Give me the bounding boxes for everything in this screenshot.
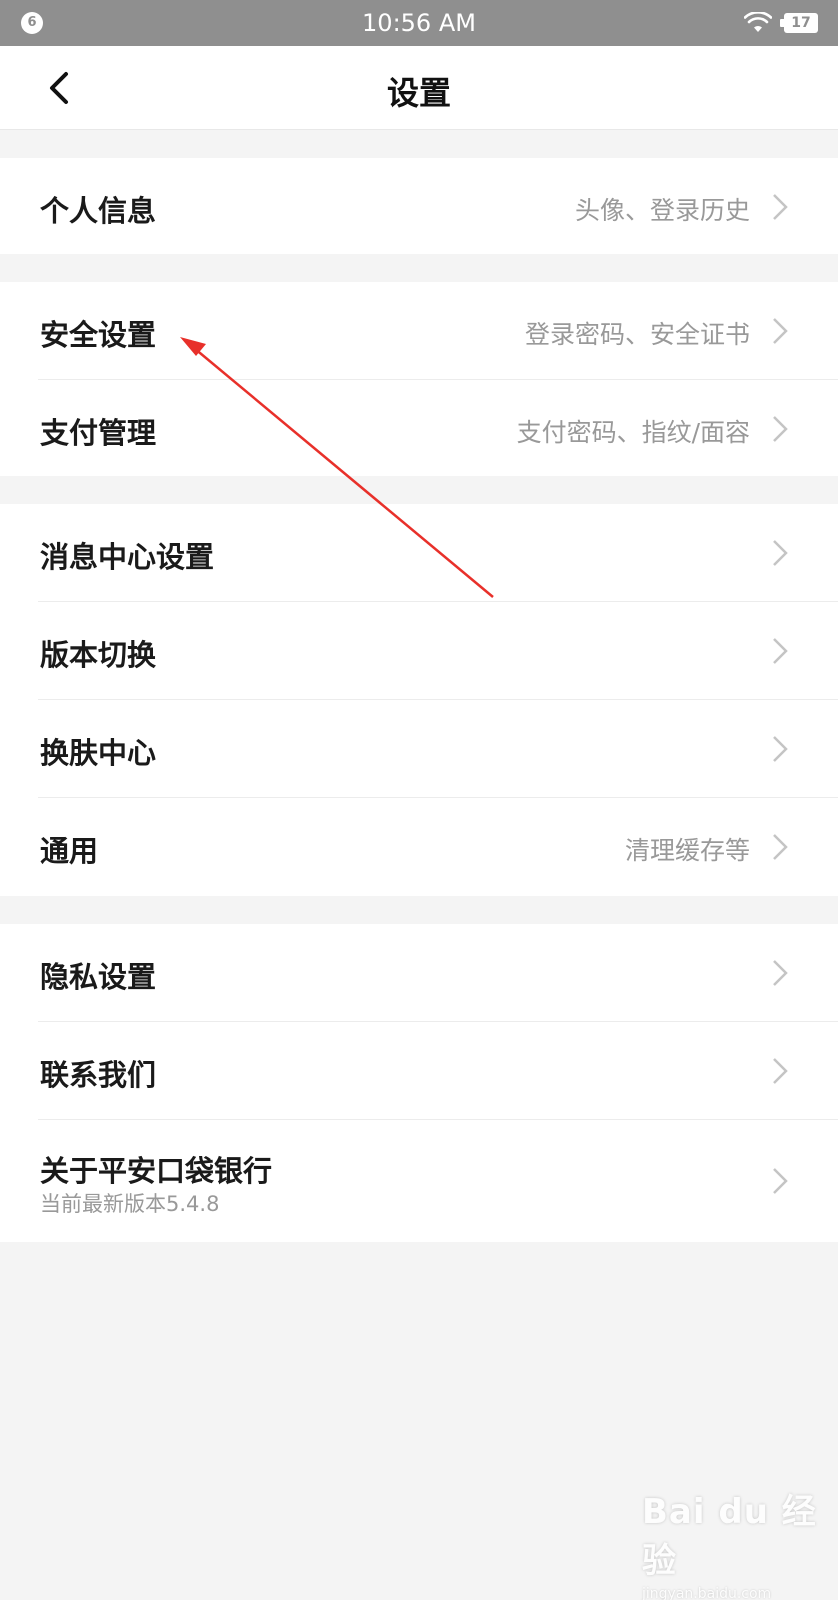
watermark-logo: Bai du 经验 (642, 1492, 817, 1581)
item-label: 换肤中心 (40, 736, 157, 770)
battery-icon: 17 (780, 13, 818, 33)
item-label: 联系我们 (40, 1058, 157, 1092)
chevron-right-icon (773, 1168, 788, 1194)
settings-item-security[interactable]: 安全设置 登录密码、安全证书 (0, 282, 838, 378)
status-bar: 6 10:56 AM 17 (0, 0, 838, 46)
settings-item-message-center[interactable]: 消息中心设置 (0, 504, 838, 600)
chevron-right-icon (773, 318, 788, 344)
status-time: 10:56 AM (362, 9, 476, 37)
item-label: 消息中心设置 (40, 540, 215, 574)
chevron-right-icon (773, 416, 788, 442)
item-hint: 支付密码、指纹/面容 (516, 418, 750, 447)
settings-group-2: 安全设置 登录密码、安全证书 支付管理 支付密码、指纹/面容 (0, 282, 838, 476)
settings-item-privacy[interactable]: 隐私设置 (0, 924, 838, 1020)
settings-group-1: 个人信息 头像、登录历史 (0, 158, 838, 254)
watermark-url: jingyan.baidu.com (642, 1586, 772, 1600)
chevron-right-icon (773, 1058, 788, 1084)
page-title: 设置 (386, 74, 451, 112)
item-hint: 头像、登录历史 (574, 196, 750, 225)
item-hint: 登录密码、安全证书 (524, 320, 750, 349)
item-label: 支付管理 (40, 416, 157, 450)
item-hint: 清理缓存等 (624, 836, 750, 865)
settings-group-4: 隐私设置 联系我们 关于平安口袋银行 当前最新版本5.4.8 (0, 924, 838, 1242)
item-label: 个人信息 (40, 194, 157, 228)
chevron-right-icon (773, 638, 788, 664)
settings-item-personal-info[interactable]: 个人信息 头像、登录历史 (0, 158, 838, 254)
wifi-icon (744, 12, 772, 32)
chevron-right-icon (773, 540, 788, 566)
version-subtitle: 当前最新版本5.4.8 (40, 1192, 220, 1216)
chevron-right-icon (773, 834, 788, 860)
chevron-right-icon (773, 736, 788, 762)
item-label: 隐私设置 (40, 960, 157, 994)
item-label: 关于平安口袋银行 (40, 1154, 273, 1188)
nav-bar: 设置 (0, 46, 838, 130)
settings-item-version-switch[interactable]: 版本切换 (0, 602, 838, 698)
settings-group-3: 消息中心设置 版本切换 换肤中心 通用 清理缓存等 (0, 504, 838, 896)
item-label: 通用 (40, 834, 99, 868)
settings-item-about[interactable]: 关于平安口袋银行 当前最新版本5.4.8 (0, 1120, 838, 1242)
settings-item-skin-center[interactable]: 换肤中心 (0, 700, 838, 796)
settings-item-payment[interactable]: 支付管理 支付密码、指纹/面容 (0, 380, 838, 476)
settings-item-contact-us[interactable]: 联系我们 (0, 1022, 838, 1118)
baidu-jingyan-watermark: Bai du 经验 jingyan.baidu.com (642, 1484, 822, 1600)
settings-item-general[interactable]: 通用 清理缓存等 (0, 798, 838, 894)
chevron-right-icon (773, 194, 788, 220)
item-label: 安全设置 (40, 318, 157, 352)
item-label: 版本切换 (40, 638, 157, 672)
chevron-right-icon (773, 960, 788, 986)
